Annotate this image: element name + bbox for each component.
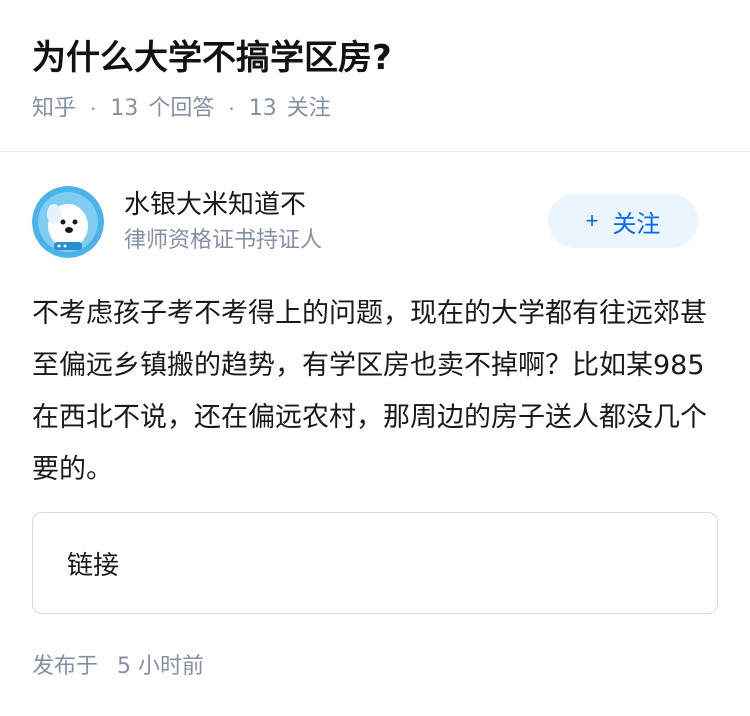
follow-label: 关注 <box>612 210 661 238</box>
link-card[interactable]: 链接 <box>32 512 718 614</box>
meta-separator: · <box>228 97 235 121</box>
question-header: 为什么大学不搞学区房? 知乎 · 13 个回答 · 13 关注 <box>0 0 750 152</box>
publish-time: 发布于 5 小时前 <box>32 650 204 684</box>
followers-label[interactable]: 关注 <box>287 92 331 126</box>
question-meta: 知乎 · 13 个回答 · 13 关注 <box>32 92 331 126</box>
author-name[interactable]: 水银大米知道不 <box>124 186 306 224</box>
meta-separator: · <box>90 97 97 121</box>
answer-content[interactable]: 不考虑孩子考不考得上的问题，现在的大学都有往远郊甚至偏远乡镇搬的趋势，有学区房也… <box>32 288 722 496</box>
answers-label[interactable]: 个回答 <box>148 92 214 126</box>
publish-time-value: 5 小时前 <box>117 654 205 679</box>
plus-icon: + <box>585 208 599 233</box>
source-label[interactable]: 知乎 <box>32 92 76 126</box>
question-title[interactable]: 为什么大学不搞学区房? <box>32 34 392 82</box>
author-badge: 律师资格证书持证人 <box>124 228 323 253</box>
author-avatar[interactable] <box>32 186 104 258</box>
follow-button[interactable]: + 关注 <box>548 194 698 248</box>
publish-prefix: 发布于 <box>32 654 99 679</box>
link-card-label: 链接 <box>67 550 120 581</box>
followers-count: 13 <box>248 96 277 121</box>
cartoon-dog-avatar-icon <box>32 186 104 258</box>
answer-author: 水银大米知道不 律师资格证书持证人 + 关注 <box>32 186 718 266</box>
answers-count: 13 <box>110 96 139 121</box>
